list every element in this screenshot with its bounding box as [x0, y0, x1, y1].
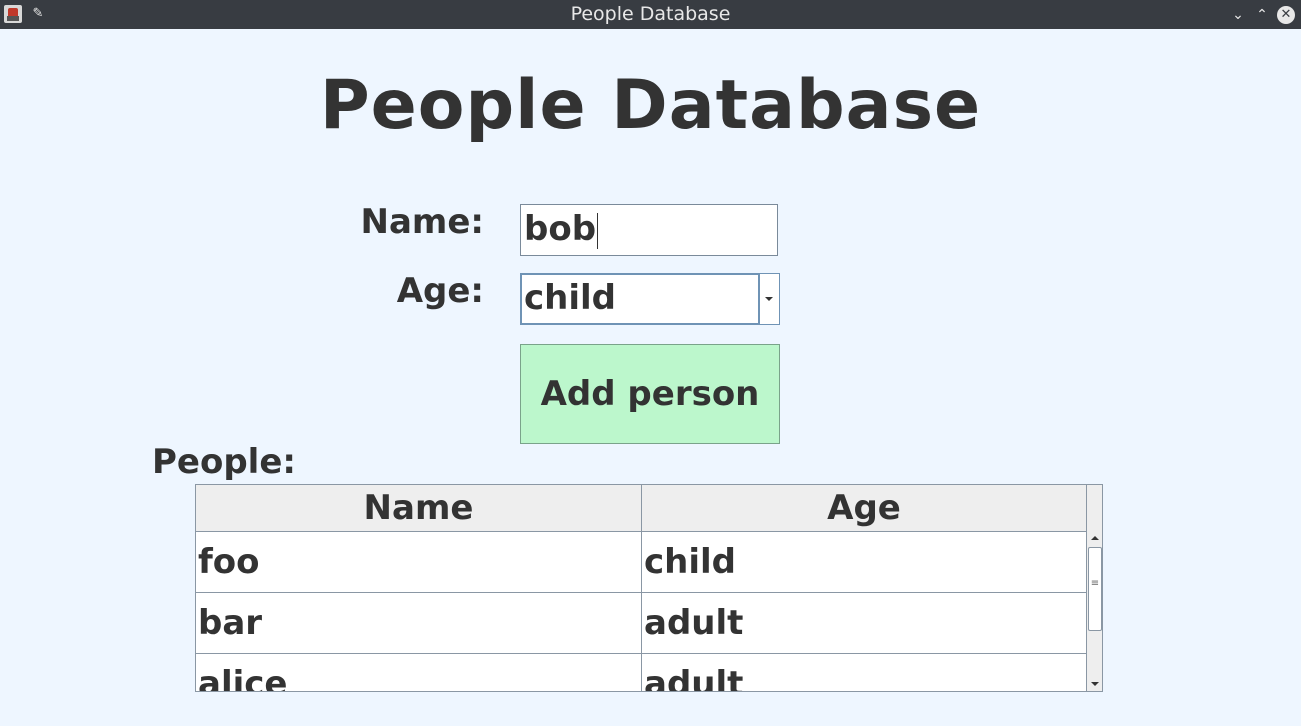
people-label: People:: [152, 442, 296, 482]
column-header-name[interactable]: Name: [196, 485, 642, 531]
minimize-icon[interactable]: ⌄: [1229, 6, 1247, 24]
maximize-icon[interactable]: ⌃: [1253, 6, 1271, 24]
window-titlebar: ✎ People Database ⌄ ⌃ ✕: [0, 0, 1301, 29]
name-label: Name:: [360, 202, 484, 242]
window-title: People Database: [570, 3, 731, 25]
table-cell-name[interactable]: foo: [196, 532, 642, 592]
scroll-up-arrow-icon[interactable]: [1087, 531, 1102, 545]
people-table: Name Age foo child bar adult alice adult: [195, 484, 1103, 692]
add-person-button[interactable]: Add person: [520, 344, 780, 444]
chevron-down-icon[interactable]: [759, 274, 779, 324]
column-header-age[interactable]: Age: [642, 485, 1086, 531]
table-header-corner: [1086, 485, 1102, 532]
table-header: Name Age: [196, 485, 1086, 532]
scroll-down-arrow-icon[interactable]: [1087, 677, 1102, 691]
age-dropdown[interactable]: child: [520, 273, 780, 325]
text-caret: [597, 212, 599, 249]
scrollbar-thumb[interactable]: [1088, 547, 1102, 631]
age-label: Age:: [396, 271, 484, 311]
page-title: People Database: [319, 66, 982, 145]
table-cell-age[interactable]: adult: [642, 593, 1086, 653]
table-vertical-scrollbar[interactable]: [1086, 531, 1102, 691]
table-body: foo child bar adult alice adult: [196, 532, 1086, 691]
table-cell-name[interactable]: alice: [196, 654, 642, 691]
name-input[interactable]: bob: [520, 204, 778, 256]
table-row[interactable]: alice adult: [196, 654, 1086, 691]
table-cell-age[interactable]: adult: [642, 654, 1086, 691]
table-row[interactable]: bar adult: [196, 593, 1086, 654]
name-input-value: bob: [524, 209, 597, 249]
table-row[interactable]: foo child: [196, 532, 1086, 593]
table-cell-name[interactable]: bar: [196, 593, 642, 653]
age-dropdown-value: child: [524, 278, 617, 318]
close-icon[interactable]: ✕: [1277, 6, 1295, 24]
table-cell-age[interactable]: child: [642, 532, 1086, 592]
